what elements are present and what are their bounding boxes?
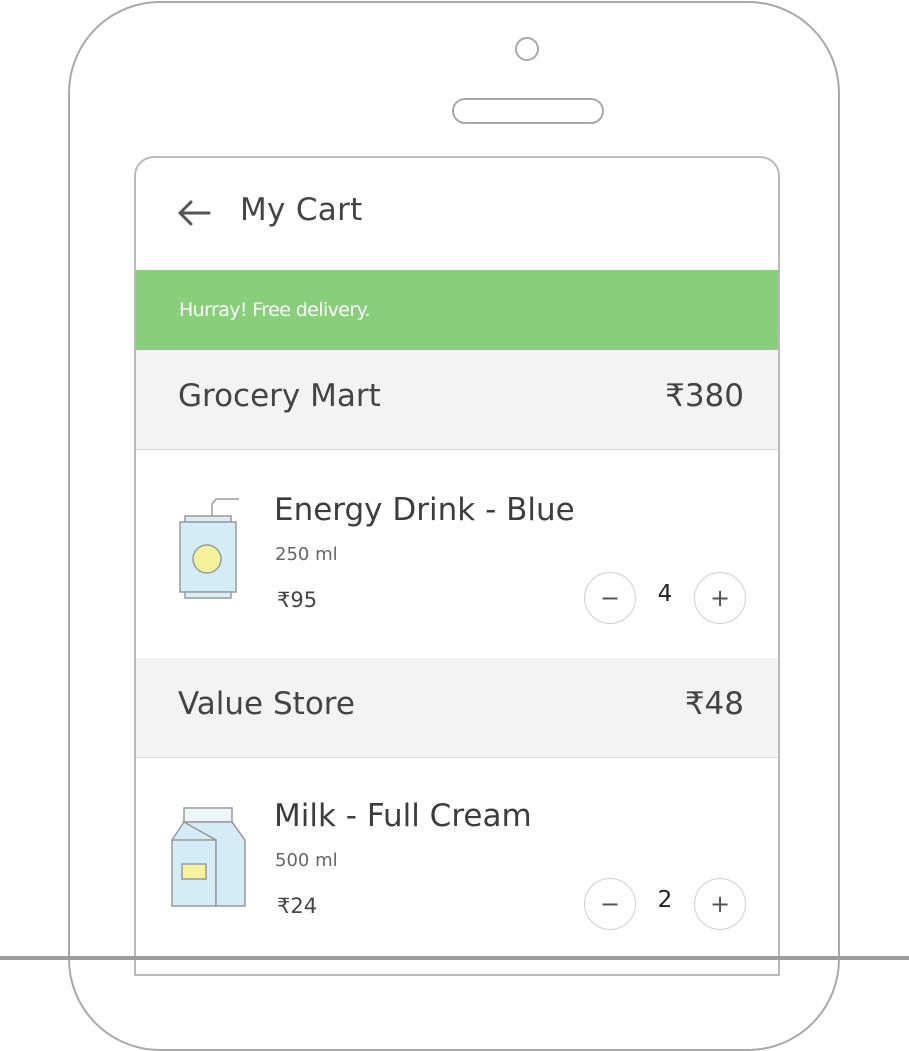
plus-icon: +	[709, 890, 731, 918]
speaker-grille	[452, 98, 604, 124]
plus-icon: +	[709, 584, 731, 612]
store-header-value-store: Value Store ₹48	[136, 658, 778, 758]
camera-icon	[515, 37, 539, 61]
minus-icon: −	[599, 890, 621, 918]
milk-carton-icon	[171, 807, 246, 907]
quantity-value: 2	[657, 887, 673, 913]
item-name: Milk - Full Cream	[274, 798, 532, 834]
item-size: 500 ml	[275, 850, 338, 871]
item-price: ₹95	[277, 588, 318, 612]
drink-can-icon	[179, 498, 239, 599]
banner-text: Hurray! Free delivery.	[179, 299, 371, 321]
store-total: ₹48	[684, 686, 744, 722]
increment-button[interactable]: +	[694, 878, 746, 930]
free-delivery-banner: Hurray! Free delivery.	[136, 270, 778, 350]
page-title: My Cart	[240, 192, 363, 228]
increment-button[interactable]: +	[694, 572, 746, 624]
decrement-button[interactable]: −	[584, 572, 636, 624]
app-header: My Cart	[136, 158, 778, 270]
cart-item-milk: Milk - Full Cream 500 ml ₹24 − 2 +	[136, 758, 778, 966]
bottom-edge-line	[0, 956, 909, 960]
store-header-grocery-mart: Grocery Mart ₹380	[136, 350, 778, 450]
back-button[interactable]	[174, 196, 214, 230]
item-name: Energy Drink - Blue	[274, 492, 575, 528]
item-price: ₹24	[277, 894, 318, 918]
minus-icon: −	[599, 584, 621, 612]
cart-item-energy-drink: Energy Drink - Blue 250 ml ₹95 − 4 +	[136, 450, 778, 658]
quantity-value: 4	[657, 581, 673, 607]
arrow-left-icon	[178, 200, 211, 226]
store-name: Value Store	[178, 686, 355, 722]
item-size: 250 ml	[275, 544, 338, 565]
app-screen: My Cart Hurray! Free delivery. Grocery M…	[134, 156, 780, 976]
store-name: Grocery Mart	[178, 378, 381, 414]
store-total: ₹380	[665, 378, 744, 414]
decrement-button[interactable]: −	[584, 878, 636, 930]
